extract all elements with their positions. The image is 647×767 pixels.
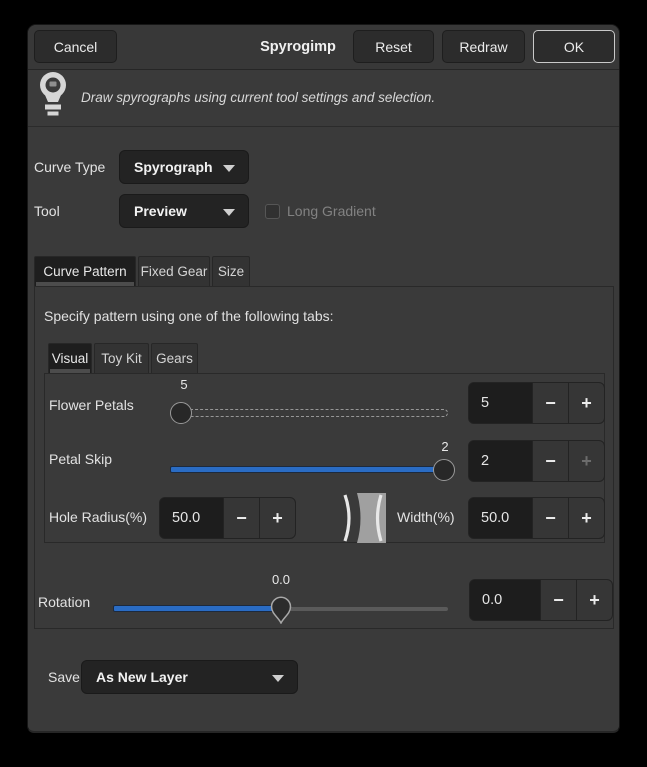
tab-fixed-gear[interactable]: Fixed Gear bbox=[138, 256, 210, 286]
petal-skip-value-bubble: 2 bbox=[425, 439, 465, 455]
flower-petals-decrement-button[interactable]: − bbox=[532, 383, 568, 423]
dialog-title: Spyrogimp bbox=[223, 25, 373, 69]
title-bar: Cancel Spyrogimp Reset Redraw OK bbox=[28, 25, 619, 70]
cancel-button[interactable]: Cancel bbox=[34, 30, 117, 63]
long-gradient-label: Long Gradient bbox=[287, 194, 376, 228]
tab-size[interactable]: Size bbox=[212, 256, 250, 286]
rotation-slider-fill bbox=[114, 606, 281, 611]
rotation-entry[interactable]: 0.0 bbox=[470, 580, 540, 620]
chevron-down-icon bbox=[223, 165, 235, 172]
rotation-decrement-button[interactable]: − bbox=[540, 580, 576, 620]
tab-gears[interactable]: Gears bbox=[151, 343, 198, 373]
petal-skip-increment-button: + bbox=[568, 441, 604, 481]
inner-tab-bar: Visual Toy Kit Gears bbox=[48, 343, 198, 373]
hole-radius-spinner: 50.0 − + bbox=[159, 497, 296, 539]
save-dropdown[interactable]: As New Layer bbox=[81, 660, 298, 694]
chevron-down-icon bbox=[223, 209, 235, 216]
flower-petals-value-bubble: 5 bbox=[164, 377, 204, 393]
flower-petals-spinner: 5 − + bbox=[468, 382, 605, 424]
petal-skip-decrement-button[interactable]: − bbox=[532, 441, 568, 481]
petal-skip-spinner: 2 − + bbox=[468, 440, 605, 482]
outer-tab-bar: Curve Pattern Fixed Gear Size bbox=[34, 256, 250, 286]
rotation-value-bubble: 0.0 bbox=[261, 572, 301, 588]
long-gradient-checkbox[interactable] bbox=[265, 204, 280, 219]
ring-width-entry[interactable]: 50.0 bbox=[469, 498, 532, 538]
dialog-description: Draw spyrographs using current tool sett… bbox=[81, 69, 435, 126]
petal-skip-entry[interactable]: 2 bbox=[469, 441, 532, 481]
curve-type-dropdown[interactable]: Spyrograph bbox=[119, 150, 249, 184]
hole-radius-decrement-button[interactable]: − bbox=[223, 498, 259, 538]
petal-skip-label: Petal Skip bbox=[49, 442, 112, 476]
save-value: As New Layer bbox=[96, 669, 188, 685]
description-row: Draw spyrographs using current tool sett… bbox=[28, 69, 619, 127]
rotation-spinner: 0.0 − + bbox=[469, 579, 613, 621]
tool-value: Preview bbox=[134, 203, 187, 219]
hole-radius-entry[interactable]: 50.0 bbox=[160, 498, 223, 538]
chevron-down-icon bbox=[272, 675, 284, 682]
curve-type-value: Spyrograph bbox=[134, 159, 213, 175]
lightbulb-icon bbox=[37, 71, 69, 121]
tool-label: Tool bbox=[34, 194, 60, 228]
hole-radius-label: Hole Radius(%) bbox=[49, 500, 147, 534]
spyrogimp-dialog: Cancel Spyrogimp Reset Redraw OK Draw sp… bbox=[27, 24, 620, 733]
rotation-label: Rotation bbox=[38, 585, 90, 619]
flower-petals-slider-handle[interactable] bbox=[170, 402, 192, 424]
tab-toy-kit[interactable]: Toy Kit bbox=[94, 343, 149, 373]
rotation-increment-button[interactable]: + bbox=[576, 580, 612, 620]
flower-petals-increment-button[interactable]: + bbox=[568, 383, 604, 423]
ring-width-decrement-button[interactable]: − bbox=[532, 498, 568, 538]
flower-petals-entry[interactable]: 5 bbox=[469, 383, 532, 423]
redraw-button[interactable]: Redraw bbox=[442, 30, 525, 63]
ok-button[interactable]: OK bbox=[533, 30, 615, 63]
ring-width-label: Width(%) bbox=[397, 500, 455, 534]
flower-petals-label: Flower Petals bbox=[49, 388, 134, 422]
flower-petals-slider[interactable] bbox=[171, 409, 448, 417]
hole-radius-increment-button[interactable]: + bbox=[259, 498, 295, 538]
curve-type-label: Curve Type bbox=[34, 150, 105, 184]
tab-curve-pattern[interactable]: Curve Pattern bbox=[34, 256, 136, 286]
save-label: Save bbox=[48, 660, 80, 694]
rotation-slider-handle[interactable] bbox=[270, 596, 292, 629]
petal-skip-slider[interactable] bbox=[171, 467, 448, 472]
ring-width-spinner: 50.0 − + bbox=[468, 497, 605, 539]
tool-dropdown[interactable]: Preview bbox=[119, 194, 249, 228]
petal-skip-slider-handle[interactable] bbox=[433, 459, 455, 481]
reset-button[interactable]: Reset bbox=[353, 30, 434, 63]
ring-width-increment-button[interactable]: + bbox=[568, 498, 604, 538]
specify-pattern-text: Specify pattern using one of the followi… bbox=[44, 301, 334, 331]
ring-section-icon bbox=[336, 493, 386, 548]
tab-visual[interactable]: Visual bbox=[48, 343, 92, 373]
